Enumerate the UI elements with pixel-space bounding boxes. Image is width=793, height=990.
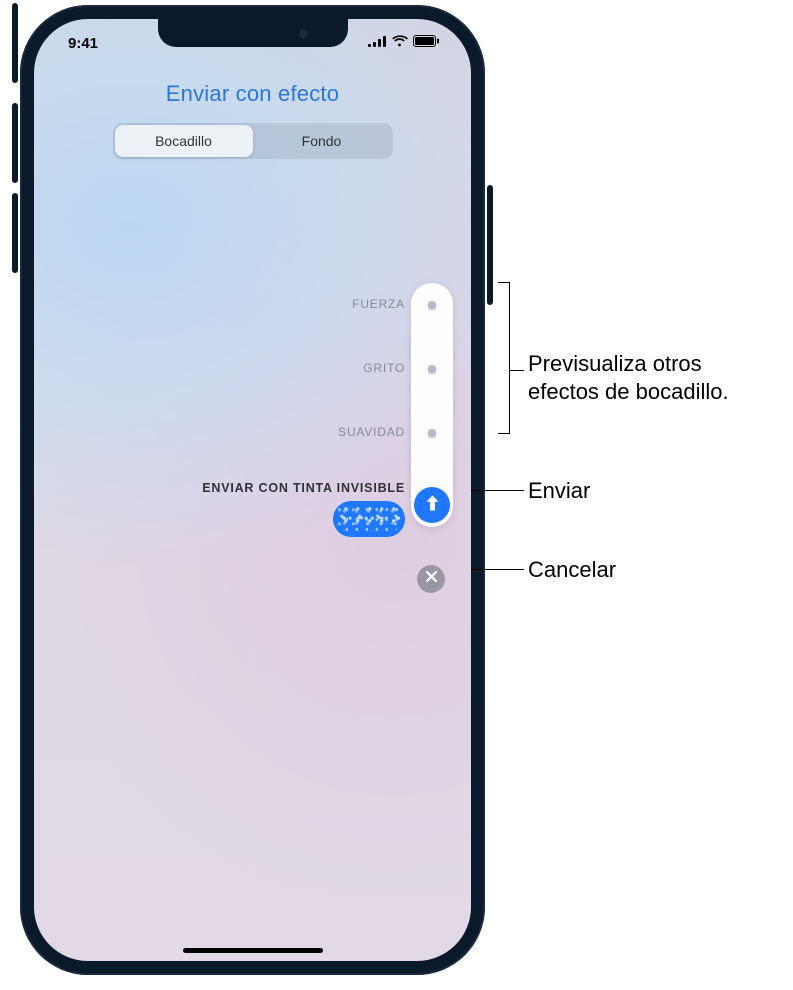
screen: 9:41 Enviar con efecto Bocadillo Fondo: [34, 19, 471, 961]
callout-lead-2: [471, 490, 524, 491]
send-button[interactable]: [414, 487, 450, 523]
callout-lead-1: [510, 370, 524, 371]
status-time: 9:41: [62, 35, 98, 52]
callout-cancel: Cancelar: [528, 556, 616, 584]
callout-send: Enviar: [528, 477, 590, 505]
callout-lead-3: [471, 569, 524, 570]
effect-loud-label: GRITO: [363, 361, 405, 375]
wifi-icon: [391, 34, 408, 52]
tab-screen[interactable]: Fondo: [253, 125, 391, 157]
arrow-up-icon: [424, 494, 441, 517]
segmented-control: Bocadillo Fondo: [113, 123, 393, 159]
home-indicator: [183, 948, 323, 953]
status-icons: [368, 34, 443, 52]
cellular-icon: [368, 34, 386, 52]
callout-bracket: [498, 282, 510, 434]
effect-selector-rail: [411, 283, 453, 527]
cancel-button[interactable]: [417, 565, 445, 593]
effect-dot-loud[interactable]: [428, 365, 437, 374]
notch: [158, 19, 348, 47]
callout-preview: Previsualiza otros efectos de bocadillo.: [528, 350, 778, 406]
effect-invisible-ink-label: ENVIAR CON TINTA INVISIBLE: [202, 481, 405, 495]
effect-dot-slam[interactable]: [428, 301, 437, 310]
tab-bubble[interactable]: Bocadillo: [115, 125, 253, 157]
effect-slam-label: FUERZA: [352, 297, 405, 311]
invisible-ink-texture: [338, 507, 400, 531]
effects-area: FUERZA GRITO SUAVIDAD ENVIAR CON TINTA I…: [34, 289, 471, 609]
message-bubble-preview: [333, 501, 405, 537]
phone-frame: 9:41 Enviar con efecto Bocadillo Fondo: [20, 5, 485, 975]
close-icon: [425, 570, 438, 588]
page-title: Enviar con efecto: [34, 81, 471, 107]
effect-gentle-label: SUAVIDAD: [338, 425, 405, 439]
effect-dot-gentle[interactable]: [428, 429, 437, 438]
battery-icon: [413, 34, 439, 52]
